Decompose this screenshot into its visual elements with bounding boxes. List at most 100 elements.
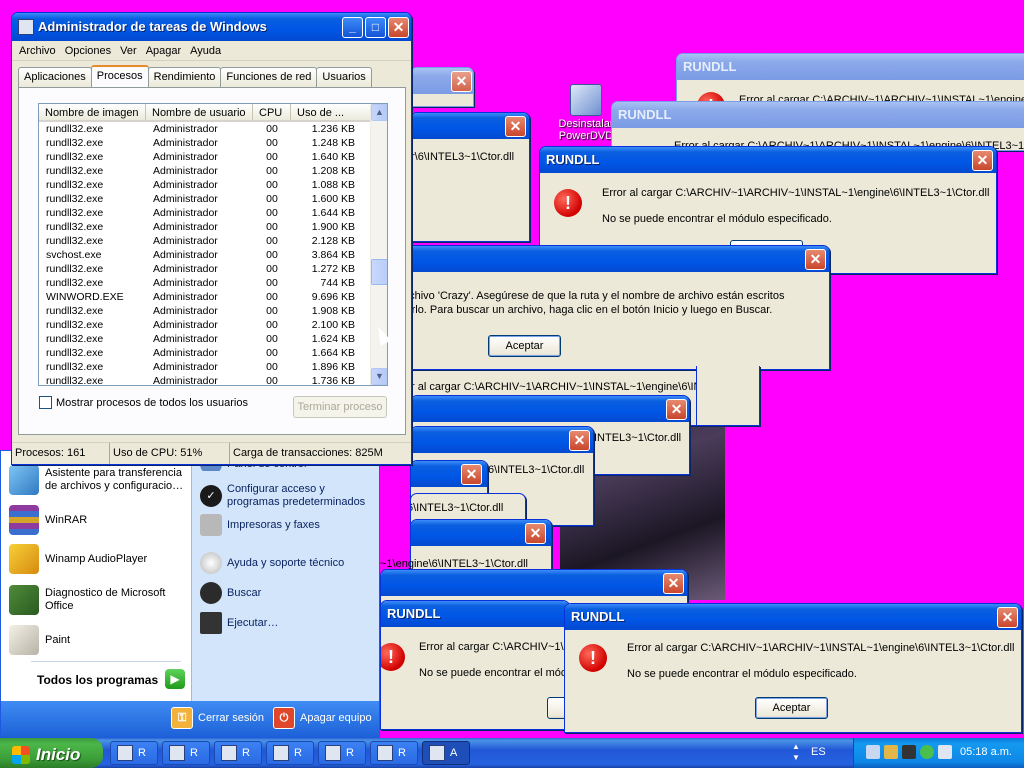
table-row[interactable]: rundll32.exe Administrador 00 1.908 KB <box>39 304 387 318</box>
taskbar-window-button[interactable]: R <box>214 741 262 765</box>
tab-applications[interactable]: Aplicaciones <box>18 67 92 87</box>
table-row[interactable]: rundll32.exe Administrador 00 1.736 KB <box>39 374 387 385</box>
column-cpu[interactable]: CPU <box>253 104 291 120</box>
taskbar-window-button[interactable]: A <box>422 741 470 765</box>
menu-ver[interactable]: Ver <box>120 45 137 57</box>
taskbar-window-button[interactable]: R <box>110 741 158 765</box>
powerdvd-uninstall-shortcut[interactable]: Desinstalar PowerDVD <box>555 84 617 142</box>
start-item-transfer-wizard[interactable]: Asistente para transferencia de archivos… <box>9 465 187 495</box>
end-process-button[interactable]: Terminar proceso <box>293 396 387 418</box>
table-row[interactable]: rundll32.exe Administrador 00 1.640 KB <box>39 150 387 164</box>
table-row[interactable]: rundll32.exe Administrador 00 1.236 KB <box>39 122 387 136</box>
scroll-up-arrow-icon[interactable]: ▲ <box>371 104 387 121</box>
tab-users[interactable]: Usuarios <box>316 67 372 87</box>
taskbar-scroll-arrows-icon[interactable]: ▲ ▼ <box>792 741 800 763</box>
scroll-thumb[interactable] <box>371 259 387 285</box>
shutdown-button[interactable]: ⏻ Apagar equipo <box>273 707 372 729</box>
tab-processes[interactable]: Procesos <box>90 65 149 87</box>
close-button[interactable]: ✕ <box>666 399 687 420</box>
messenger-icon[interactable] <box>920 745 934 759</box>
start-item-help[interactable]: Ayuda y soporte técnico <box>200 552 344 574</box>
rundll-window[interactable]: RUNDLL Error al cargar C:\ARCHIV~1\ARCHI… <box>611 101 1024 151</box>
rundll-window[interactable]: RUNDLL ! Error al cargar C:\ARCHIV~1\ARC… <box>380 600 570 730</box>
start-item-program-access[interactable]: ✓ Configurar acceso y programas predeter… <box>200 483 378 509</box>
table-row[interactable]: rundll32.exe Administrador 00 1.272 KB <box>39 262 387 276</box>
column-user-name[interactable]: Nombre de usuario <box>146 104 253 120</box>
table-row[interactable]: rundll32.exe Administrador 00 1.208 KB <box>39 164 387 178</box>
close-button[interactable]: ✕ <box>663 573 684 594</box>
column-image-name[interactable]: Nombre de imagen <box>39 104 146 120</box>
menu-bar: Archivo Opciones Ver Apagar Ayuda <box>12 41 411 61</box>
table-row[interactable]: rundll32.exe Administrador 00 744 KB <box>39 276 387 290</box>
cell-memory: 9.696 KB <box>311 291 355 303</box>
table-row[interactable]: WINWORD.EXE Administrador 00 9.696 KB <box>39 290 387 304</box>
column-memory[interactable]: Uso de ... <box>291 104 371 120</box>
start-item-run[interactable]: Ejecutar… <box>200 612 278 634</box>
close-button[interactable]: ✕ <box>525 523 546 544</box>
close-button[interactable]: ✕ <box>805 249 826 270</box>
checkbox-box[interactable] <box>39 396 52 409</box>
scroll-down-arrow-icon[interactable]: ▼ <box>371 368 387 385</box>
clock[interactable]: 05:18 a.m. <box>960 746 1012 758</box>
close-button[interactable]: ✕ <box>388 17 409 38</box>
start-item-paint[interactable]: Paint <box>9 625 70 655</box>
close-button[interactable]: ✕ <box>451 71 472 92</box>
menu-archivo[interactable]: Archivo <box>19 45 56 57</box>
table-row[interactable]: rundll32.exe Administrador 00 1.088 KB <box>39 178 387 192</box>
menu-opciones[interactable]: Opciones <box>65 45 111 57</box>
maximize-button[interactable]: □ <box>365 17 386 38</box>
rundll-window[interactable]: ✕ <box>410 67 474 107</box>
process-list[interactable]: Nombre de imagen Nombre de usuario CPU U… <box>38 103 388 386</box>
display-icon[interactable] <box>902 745 916 759</box>
close-button[interactable]: ✕ <box>569 430 590 451</box>
table-row[interactable]: rundll32.exe Administrador 00 1.664 KB <box>39 346 387 360</box>
tab-performance[interactable]: Rendimiento <box>147 67 222 87</box>
start-item-search[interactable]: Buscar <box>200 582 261 604</box>
start-item-winrar[interactable]: WinRAR <box>9 505 87 535</box>
close-button[interactable]: ✕ <box>461 464 482 485</box>
start-item-printers[interactable]: Impresoras y faxes <box>200 514 320 536</box>
error-message: INTEL3~1\Ctor.dll <box>594 432 682 444</box>
table-row[interactable]: rundll32.exe Administrador 00 1.600 KB <box>39 192 387 206</box>
close-button[interactable]: ✕ <box>997 607 1018 628</box>
ok-button[interactable]: Aceptar <box>755 697 828 719</box>
taskbar-window-button[interactable]: R <box>318 741 366 765</box>
menu-apagar[interactable]: Apagar <box>146 45 181 57</box>
close-button[interactable]: ✕ <box>505 116 526 137</box>
volume-icon[interactable] <box>938 745 952 759</box>
show-all-processes-checkbox[interactable]: Mostrar procesos de todos los usuarios <box>39 396 248 409</box>
security-icon[interactable] <box>884 745 898 759</box>
rundll-window[interactable] <box>696 366 760 426</box>
table-row[interactable]: rundll32.exe Administrador 00 1.896 KB <box>39 360 387 374</box>
ok-button[interactable]: Aceptar <box>488 335 561 357</box>
logoff-button[interactable]: ⚿ Cerrar sesión <box>171 707 264 729</box>
language-indicator[interactable]: ES <box>811 746 826 758</box>
rundll-window[interactable]: ✕ r\6\INTEL3~1\Ctor.dll <box>410 112 530 242</box>
rundll-window-front-bottom[interactable]: RUNDLL ✕ ! Error al cargar C:\ARCHIV~1\A… <box>564 603 1022 733</box>
start-item-winamp[interactable]: Winamp AudioPlayer <box>9 544 147 574</box>
cell-image-name: rundll32.exe <box>46 319 104 331</box>
taskbar-window-button[interactable]: R <box>266 741 314 765</box>
start-item-office-diagnostics[interactable]: Diagnostico de Microsoft Office <box>9 585 185 615</box>
taskbar-window-button[interactable]: R <box>370 741 418 765</box>
table-row[interactable]: svchost.exe Administrador 00 3.864 KB <box>39 248 387 262</box>
taskbar-window-button[interactable]: R <box>162 741 210 765</box>
all-programs-label[interactable]: Todos los programas <box>37 673 158 687</box>
window-icon <box>117 745 133 761</box>
table-row[interactable]: rundll32.exe Administrador 00 2.100 KB <box>39 318 387 332</box>
table-row[interactable]: rundll32.exe Administrador 00 1.624 KB <box>39 332 387 346</box>
network-icon[interactable] <box>866 745 880 759</box>
table-row[interactable]: rundll32.exe Administrador 00 1.644 KB <box>39 206 387 220</box>
minimize-button[interactable]: _ <box>342 17 363 38</box>
tab-networking[interactable]: Funciones de red <box>220 67 318 87</box>
table-row[interactable]: rundll32.exe Administrador 00 2.128 KB <box>39 234 387 248</box>
table-row[interactable]: rundll32.exe Administrador 00 1.248 KB <box>39 136 387 150</box>
all-programs-arrow-icon[interactable]: ▶ <box>165 669 185 689</box>
task-manager-window[interactable]: Administrador de tareas de Windows _ □ ✕… <box>11 12 412 465</box>
start-button[interactable]: Inicio <box>0 738 103 768</box>
close-button[interactable]: ✕ <box>972 150 993 171</box>
error-message-2: No se puede encontrar el módulo especifi… <box>602 213 832 225</box>
menu-ayuda[interactable]: Ayuda <box>190 45 221 57</box>
file-not-found-dialog[interactable]: ✕ r el archivo 'Crazy'. Asegúrese de que… <box>380 245 830 370</box>
table-row[interactable]: rundll32.exe Administrador 00 1.900 KB <box>39 220 387 234</box>
